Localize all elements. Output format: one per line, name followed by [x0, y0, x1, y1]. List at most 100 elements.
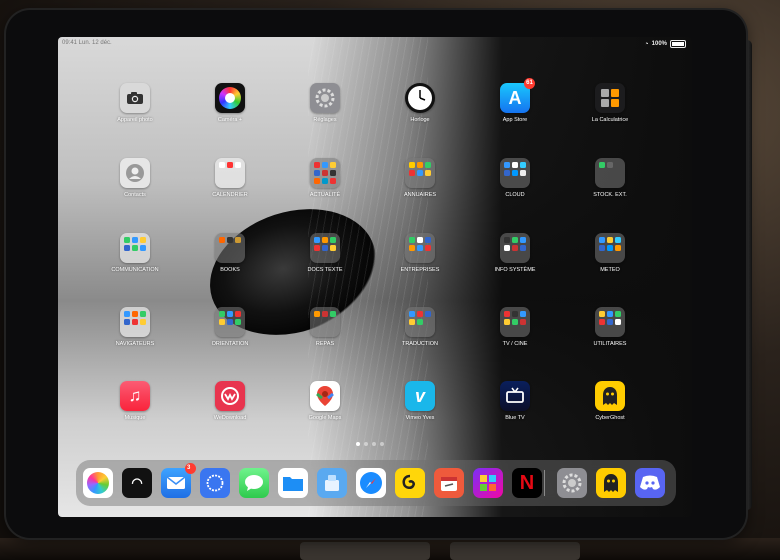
folder-tv-cine[interactable]: TV / CINE — [480, 307, 550, 347]
mini-app-icon — [520, 170, 526, 176]
dock-photos[interactable] — [83, 468, 113, 498]
app-camera[interactable]: Appareil photo — [100, 83, 170, 123]
map-pin-icon — [310, 381, 340, 411]
mini-app-icon — [330, 178, 336, 184]
mini-app-icon — [219, 319, 225, 325]
app-contacts[interactable]: Contacts — [100, 158, 170, 198]
app-clock[interactable]: Horloge — [385, 83, 455, 123]
app-vimeo[interactable]: v Vimeo Yves — [385, 381, 455, 421]
mini-app-icon — [615, 237, 621, 243]
folder-traduction[interactable]: TRADUCTION — [385, 307, 455, 347]
folder-icon — [500, 233, 530, 263]
folder-stock-ext[interactable]: STOCK. EXT. — [575, 158, 645, 198]
mini-app-icon — [132, 319, 138, 325]
mini-app-icon — [607, 245, 613, 251]
app-calculator[interactable]: La Calculatrice — [575, 83, 645, 123]
mini-app-icon — [322, 245, 328, 251]
mini-app-icon — [322, 170, 328, 176]
folder-label: ORIENTATION — [211, 341, 249, 347]
mini-app-icon — [599, 237, 605, 243]
dock-readdle[interactable] — [434, 468, 464, 498]
dock-puzzle[interactable] — [473, 468, 503, 498]
contacts-icon — [120, 158, 150, 188]
dock-signal[interactable] — [200, 468, 230, 498]
dock-safari[interactable] — [356, 468, 386, 498]
folder-label: CALENDRIER — [212, 192, 248, 198]
dock-netflix[interactable]: N — [512, 468, 542, 498]
dock-keka[interactable] — [317, 468, 347, 498]
page-dot[interactable] — [356, 442, 360, 446]
folder-utilitaires[interactable]: UTILITAIRES — [575, 307, 645, 347]
folder-label: METEO — [600, 267, 620, 273]
folder-info-systeme[interactable]: INFO SYSTÈME — [480, 233, 550, 273]
gear-icon — [310, 83, 340, 113]
dock-cyberghost[interactable] — [596, 468, 626, 498]
dock-graphite[interactable] — [395, 468, 425, 498]
mini-app-icon — [520, 245, 526, 251]
archive-icon — [325, 475, 339, 491]
app-label: Appareil photo — [117, 117, 153, 123]
mini-app-icon — [314, 162, 320, 168]
mini-app-icon — [330, 311, 336, 317]
page-dot[interactable] — [364, 442, 368, 446]
app-camera-plus[interactable]: Caméra + — [195, 83, 265, 123]
folder-cloud[interactable]: CLOUD — [480, 158, 550, 198]
dock-mail[interactable]: 3 — [161, 463, 196, 498]
page-dot[interactable] — [372, 442, 376, 446]
folder-calendrier[interactable]: CALENDRIER — [195, 158, 265, 198]
calculator-icon — [595, 83, 625, 113]
mail-icon — [166, 476, 186, 489]
netflix-icon: N — [519, 471, 535, 494]
folder-meteo[interactable]: METEO — [575, 233, 645, 273]
folder-repas[interactable]: REPAS — [290, 307, 360, 347]
app-music[interactable]: ♫ Musique — [100, 381, 170, 421]
table-surface — [0, 538, 780, 560]
page-dot[interactable] — [380, 442, 384, 446]
mini-app-icon — [512, 162, 518, 168]
page-indicator[interactable] — [356, 442, 384, 446]
folder-navigateurs[interactable]: NAVIGATEURS — [100, 307, 170, 347]
dock-messages[interactable] — [239, 468, 269, 498]
app-cyberghost[interactable]: CyberGhost — [575, 381, 645, 421]
tv-icon — [500, 381, 530, 411]
mini-app-icon — [314, 237, 320, 243]
folder-label: NAVIGATEURS — [115, 341, 155, 347]
mini-app-icon — [322, 311, 328, 317]
folder-label: UTILITAIRES — [593, 341, 627, 347]
app-google-maps[interactable]: Google Maps — [290, 381, 360, 421]
app-wedownload[interactable]: WeDownload — [195, 381, 265, 421]
folder-entreprises[interactable]: ENTREPRISES — [385, 233, 455, 273]
folder-label: DOCS TEXTE — [307, 267, 343, 273]
dock-discord[interactable] — [635, 468, 665, 498]
mini-app-icon — [512, 237, 518, 243]
dock-files[interactable] — [278, 468, 308, 498]
app-label: La Calculatrice — [591, 117, 629, 123]
calendar-folder-icon — [215, 158, 245, 188]
folder-books[interactable]: BOOKS — [195, 233, 265, 273]
folder-docs-texte[interactable]: DOCS TEXTE — [290, 233, 360, 273]
dock-settings[interactable] — [557, 468, 587, 498]
ghost-icon — [604, 474, 618, 492]
folder-communication[interactable]: COMMUNICATION — [100, 233, 170, 273]
app-settings[interactable]: Réglages — [290, 83, 360, 123]
app-app-store[interactable]: A 61 App Store — [480, 78, 550, 123]
app-blue-tv[interactable]: Blue TV — [480, 381, 550, 421]
mini-app-icon — [512, 170, 518, 176]
dock: ◠ 3 N — [76, 460, 676, 506]
folder-actualite[interactable]: ACTUALITÉ — [290, 158, 360, 198]
color-wheel-center — [225, 93, 235, 103]
folder-label: ACTUALITÉ — [309, 192, 341, 198]
battery-percent: 100% — [651, 41, 667, 47]
mini-app-icon — [330, 245, 336, 251]
notification-badge: 61 — [524, 78, 535, 89]
dock-wallet[interactable]: ◠ — [122, 468, 152, 498]
mini-app-icon — [227, 311, 233, 317]
folder-icon — [310, 307, 340, 337]
folder-annuaires[interactable]: ANNUAIRES — [385, 158, 455, 198]
mini-app-icon — [520, 319, 526, 325]
mini-app-icon — [219, 237, 225, 243]
folder-label: TRADUCTION — [401, 341, 439, 347]
folder-orientation[interactable]: ORIENTATION — [195, 307, 265, 347]
folder-icon — [595, 158, 625, 188]
mini-app-icon — [330, 237, 336, 243]
